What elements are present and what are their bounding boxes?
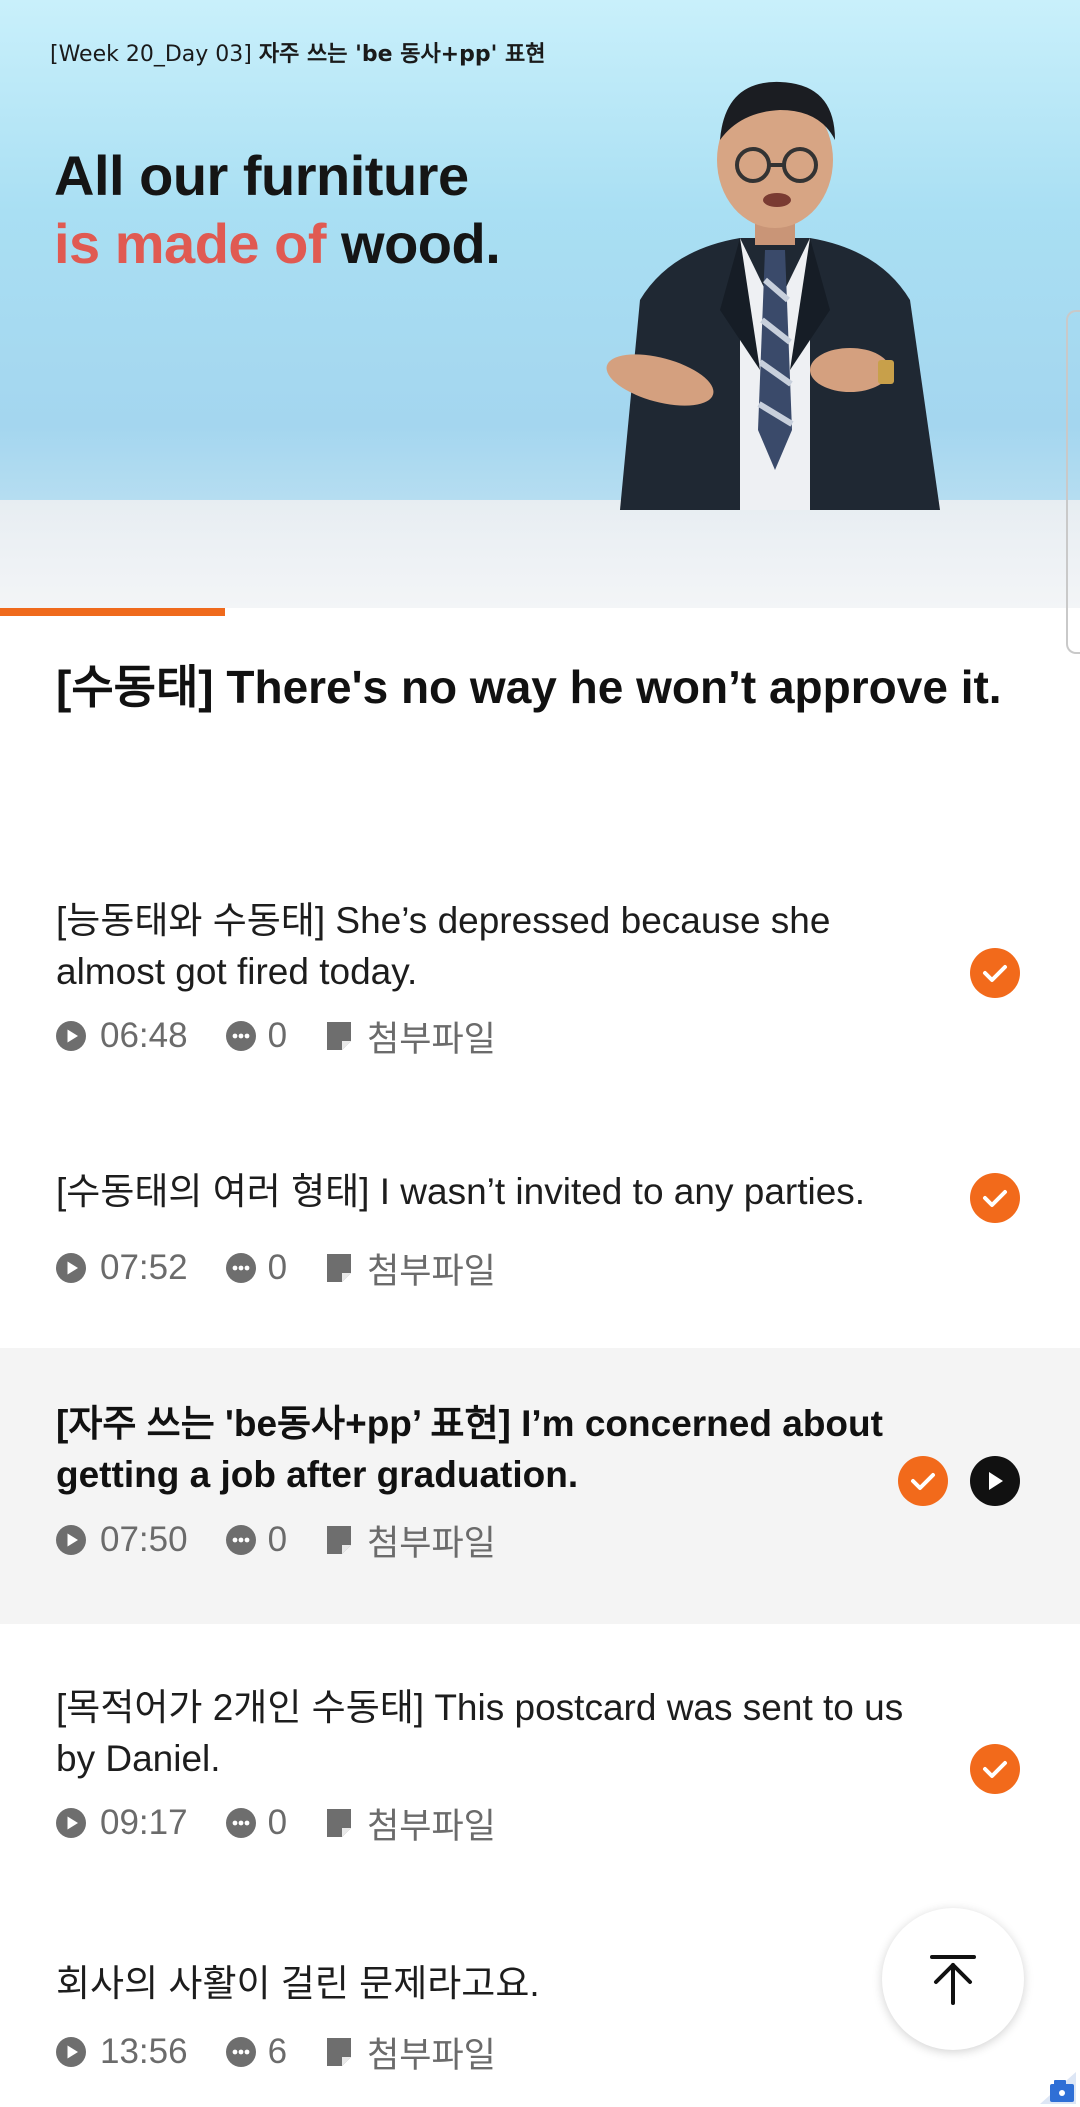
slide-line-2-highlight: is made of: [54, 212, 326, 275]
attachment-link[interactable]: 첨부파일: [367, 1515, 496, 1566]
side-scroll-handle[interactable]: [1066, 310, 1080, 654]
attachment-link[interactable]: 첨부파일: [367, 1798, 496, 1849]
file-icon[interactable]: [325, 1525, 353, 1555]
lesson-item-meta: 13:56 6 첨부파일: [56, 2032, 496, 2075]
presenter-image: [606, 81, 940, 510]
comment-count: 0: [267, 1016, 288, 1055]
lesson-item-title: [목적어가 2개인 수동태] This postcard was sent to…: [56, 1687, 904, 1779]
lesson-title: [수동태] There's no way he won’t approve it…: [56, 661, 1002, 713]
lesson-item-meta: 07:50 0 첨부파일: [56, 1520, 496, 1563]
file-icon[interactable]: [325, 1253, 353, 1283]
chat-bubble-icon: [225, 1808, 256, 1838]
check-circle-icon: [898, 1456, 948, 1506]
lesson-list-item[interactable]: [수동태의 여러 형태] I wasn’t invited to any par…: [0, 1118, 1080, 1298]
video-caption: [Week 20_Day 03] 자주 쓰는 'be 동사+pp' 표현: [50, 36, 546, 68]
video-progress-bar[interactable]: [0, 608, 1080, 616]
play-button-icon[interactable]: [970, 1456, 1020, 1506]
video-player[interactable]: [Week 20_Day 03] 자주 쓰는 'be 동사+pp' 표현 All…: [0, 0, 1080, 608]
lesson-list-item[interactable]: [능동태와 수동태] She’s depressed because she a…: [0, 870, 1080, 1090]
lesson-item-title: [수동태의 여러 형태] I wasn’t invited to any par…: [56, 1171, 866, 1212]
comment-count: 6: [267, 2032, 288, 2071]
attachment-link[interactable]: 첨부파일: [367, 2027, 496, 2078]
video-progress-fill: [0, 608, 225, 616]
arrow-up-to-line-icon: [930, 1955, 976, 2005]
scroll-to-top-button[interactable]: [882, 1908, 1024, 2050]
attachment-link[interactable]: 첨부파일: [367, 1243, 496, 1294]
check-circle-icon: [970, 1744, 1020, 1794]
chat-bubble-icon: [225, 1021, 256, 1051]
desk-surface: [0, 500, 1080, 608]
lesson-list-item[interactable]: [목적어가 2개인 수동태] This postcard was sent to…: [0, 1660, 1080, 1870]
file-icon[interactable]: [325, 1021, 353, 1051]
lesson-list-item[interactable]: [자주 쓰는 'be동사+pp’ 표현] I’m concerned about…: [0, 1348, 1080, 1624]
lesson-item-title: [능동태와 수동태] She’s depressed because she a…: [56, 900, 831, 992]
comment-count: 0: [267, 1520, 288, 1559]
lesson-item-meta: 06:48 0 첨부파일: [56, 1016, 496, 1059]
slide-line-2-rest: wood.: [341, 212, 501, 275]
lesson-item-title: 회사의 사활이 걸린 문제라고요.: [56, 1963, 540, 2004]
lesson-item-meta: 07:52 0 첨부파일: [56, 1248, 496, 1291]
duration: 07:50: [100, 1520, 188, 1559]
file-icon[interactable]: [325, 2037, 353, 2067]
check-circle-icon: [970, 948, 1020, 998]
lesson-item-meta: 09:17 0 첨부파일: [56, 1803, 496, 1846]
check-circle-icon: [970, 1173, 1020, 1223]
lesson-item-title: [자주 쓰는 'be동사+pp’ 표현] I’m concerned about…: [56, 1403, 883, 1495]
duration: 06:48: [100, 1016, 188, 1055]
duration: 13:56: [100, 2032, 188, 2071]
slide-sentence: All our furniture is made of wood.: [54, 142, 501, 278]
duration: 07:52: [100, 1248, 188, 1287]
comment-count: 0: [267, 1248, 288, 1287]
floating-widget-icon[interactable]: [1040, 2072, 1076, 2104]
attachment-link[interactable]: 첨부파일: [367, 1011, 496, 1062]
chat-bubble-icon: [225, 1525, 256, 1555]
comment-count: 0: [267, 1803, 288, 1842]
play-circle-icon: [56, 2037, 86, 2067]
caption-prefix: [Week 20_Day 03]: [50, 42, 252, 67]
play-circle-icon: [56, 1808, 86, 1838]
slide-line-1: All our furniture: [54, 144, 469, 207]
caption-main: 자주 쓰는 'be 동사+pp' 표현: [258, 42, 546, 67]
chat-bubble-icon: [225, 1253, 256, 1283]
play-circle-icon: [56, 1525, 86, 1555]
play-circle-icon: [56, 1253, 86, 1283]
duration: 09:17: [100, 1803, 188, 1842]
play-circle-icon: [56, 1021, 86, 1051]
file-icon[interactable]: [325, 1808, 353, 1838]
chat-bubble-icon: [225, 2037, 256, 2067]
